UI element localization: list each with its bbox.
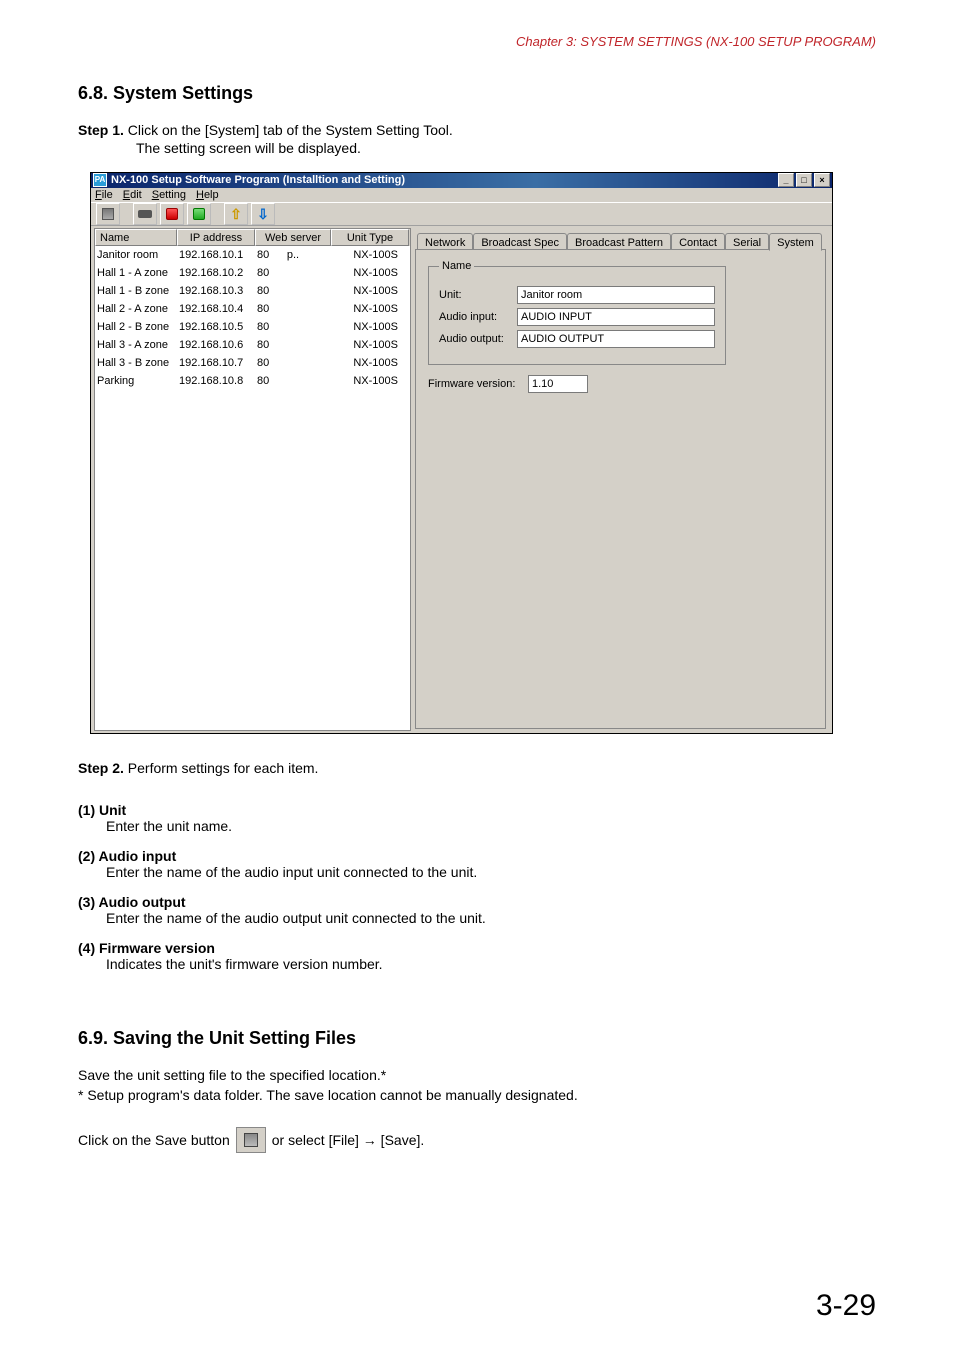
maximize-button[interactable]: □: [796, 173, 812, 187]
step2-text: Perform settings for each item.: [124, 760, 319, 776]
audio-input-field[interactable]: [517, 308, 715, 326]
item-3-body: Enter the name of the audio output unit …: [106, 910, 876, 926]
save-text-a: Click on the Save button: [78, 1132, 230, 1148]
save-button-illustration: [236, 1127, 266, 1153]
network-icon: [138, 210, 152, 218]
section-title-69: 6.9. Saving the Unit Setting Files: [78, 1028, 876, 1049]
item-4-body: Indicates the unit's firmware version nu…: [106, 956, 876, 972]
save-p2: * Setup program's data folder. The save …: [78, 1087, 876, 1103]
page-number: 3-29: [816, 1289, 876, 1323]
step1-line: Step 1. Click on the [System] tab of the…: [78, 122, 876, 138]
window-title: NX-100 Setup Software Program (Installti…: [111, 174, 778, 186]
firmware-label: Firmware version:: [428, 378, 528, 390]
menu-file[interactable]: File: [95, 189, 113, 201]
table-header-row: Name IP address Web server p.. Unit Type: [95, 229, 410, 246]
item-3-title: (3) Audio output: [78, 894, 876, 910]
app-icon: PA: [93, 173, 107, 187]
unit-label: Unit:: [439, 289, 517, 301]
save-icon: [102, 208, 114, 220]
table-row[interactable]: Hall 1 - A zone192.168.10.280NX-100S: [95, 264, 410, 282]
save-instruction: Click on the Save button or select [File…: [78, 1127, 876, 1153]
menu-edit[interactable]: Edit: [123, 189, 142, 201]
group-legend: Name: [439, 260, 474, 272]
settings-panel: Network Broadcast Spec Broadcast Pattern…: [413, 226, 832, 733]
col-header-name[interactable]: Name: [95, 229, 177, 246]
chapter-header: Chapter 3: SYSTEM SETTINGS (NX-100 SETUP…: [78, 34, 876, 49]
col-header-ip[interactable]: IP address: [177, 229, 255, 246]
save-p1: Save the unit setting file to the specif…: [78, 1067, 876, 1083]
save-text-b: or select [File] → [Save].: [272, 1132, 425, 1148]
toolbar-network-button[interactable]: [133, 203, 157, 225]
col-header-type[interactable]: Unit Type: [331, 229, 409, 246]
screenshot-window: PA NX-100 Setup Software Program (Instal…: [90, 172, 833, 734]
toolbar-save-button[interactable]: [96, 203, 120, 225]
tab-body-system: Name Unit: Audio input: Audio output:: [415, 249, 826, 729]
close-button[interactable]: ×: [814, 173, 830, 187]
firmware-version-field[interactable]: [528, 375, 588, 393]
menu-setting[interactable]: Setting: [152, 189, 186, 201]
item-2-title: (2) Audio input: [78, 848, 876, 864]
table-row[interactable]: Hall 1 - B zone192.168.10.380NX-100S: [95, 282, 410, 300]
minimize-button[interactable]: _: [778, 173, 794, 187]
toolbar-upload-button[interactable]: ⇧: [224, 203, 248, 225]
section-title-68: 6.8. System Settings: [78, 83, 876, 104]
table-row[interactable]: Janitor room192.168.10.180NX-100S: [95, 246, 410, 264]
scan-red-icon: [166, 208, 178, 220]
step1-cont: The setting screen will be displayed.: [136, 140, 876, 156]
table-row[interactable]: Hall 2 - A zone192.168.10.480NX-100S: [95, 300, 410, 318]
titlebar: PA NX-100 Setup Software Program (Instal…: [91, 173, 832, 188]
audio-output-label: Audio output:: [439, 333, 517, 345]
tab-strip: Network Broadcast Spec Broadcast Pattern…: [415, 230, 826, 250]
menu-help[interactable]: Help: [196, 189, 219, 201]
table-row[interactable]: Hall 3 - B zone192.168.10.780NX-100S: [95, 354, 410, 372]
toolbar-download-button[interactable]: ⇩: [251, 203, 275, 225]
item-1-title: (1) Unit: [78, 802, 876, 818]
table-row[interactable]: Hall 2 - B zone192.168.10.580NX-100S: [95, 318, 410, 336]
name-group: Name Unit: Audio input: Audio output:: [428, 260, 726, 365]
audio-input-label: Audio input:: [439, 311, 517, 323]
step1-label: Step 1.: [78, 122, 124, 138]
step1-text: Click on the [System] tab of the System …: [124, 122, 453, 138]
step2-line: Step 2. Perform settings for each item.: [78, 760, 876, 776]
item-2-body: Enter the name of the audio input unit c…: [106, 864, 876, 880]
table-row[interactable]: Parking192.168.10.880NX-100S: [95, 372, 410, 390]
audio-output-field[interactable]: [517, 330, 715, 348]
scan-green-icon: [193, 208, 205, 220]
table-row[interactable]: Hall 3 - A zone192.168.10.680NX-100S: [95, 336, 410, 354]
toolbar-scan-red-button[interactable]: [160, 203, 184, 225]
download-icon: ⇩: [257, 209, 269, 219]
save-icon: [244, 1133, 258, 1147]
unit-input[interactable]: [517, 286, 715, 304]
upload-icon: ⇧: [230, 209, 242, 219]
tab-system[interactable]: System: [769, 233, 822, 251]
toolbar-scan-green-button[interactable]: [187, 203, 211, 225]
item-1-body: Enter the unit name.: [106, 818, 876, 834]
col-header-port[interactable]: Web server p..: [255, 229, 331, 246]
step2-label: Step 2.: [78, 760, 124, 776]
unit-list-table: Name IP address Web server p.. Unit Type…: [94, 228, 411, 731]
toolbar: ⇧ ⇩: [91, 203, 832, 226]
menu-bar: File Edit Setting Help: [91, 188, 832, 204]
item-4-title: (4) Firmware version: [78, 940, 876, 956]
